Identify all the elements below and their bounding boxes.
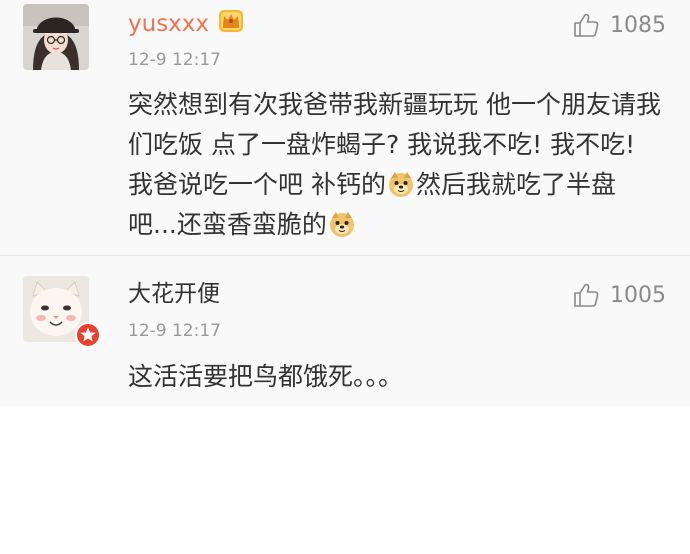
timestamp: 12-9 12:17 <box>128 321 221 341</box>
comment-item: yusxxx 12-9 12:17 1085 突然想到有次我爸带我新疆玩玩 他一… <box>0 0 690 255</box>
like-button[interactable]: 1085 <box>572 10 666 40</box>
doge-emoji-icon <box>329 212 354 237</box>
avatar[interactable] <box>23 4 89 70</box>
like-button[interactable]: 1005 <box>572 280 666 310</box>
username[interactable]: 大花开便 <box>128 280 220 308</box>
thumbs-up-icon <box>574 13 599 37</box>
thumbs-up-icon <box>574 283 599 307</box>
comment-text: 突然想到有次我爸带我新疆玩玩 他一个朋友请我们吃饭 点了一盘炸蝎子? 我说我不吃… <box>128 85 664 245</box>
doge-emoji-icon <box>388 172 413 197</box>
timestamp: 12-9 12:17 <box>128 50 221 70</box>
comment-item: 大花开便 12-9 12:17 1005 这活活要把鸟都饿死。。。 <box>0 256 690 406</box>
username[interactable]: yusxxx <box>128 10 209 38</box>
comment-text: 这活活要把鸟都饿死。。。 <box>128 362 404 391</box>
red-star-badge-icon <box>75 322 101 348</box>
comment-list: yusxxx 12-9 12:17 1085 突然想到有次我爸带我新疆玩玩 他一… <box>0 0 690 406</box>
like-count: 1085 <box>610 12 666 38</box>
crown-badge-icon[interactable] <box>217 6 245 34</box>
girl-avatar-icon <box>23 4 89 70</box>
like-count: 1005 <box>610 282 666 308</box>
